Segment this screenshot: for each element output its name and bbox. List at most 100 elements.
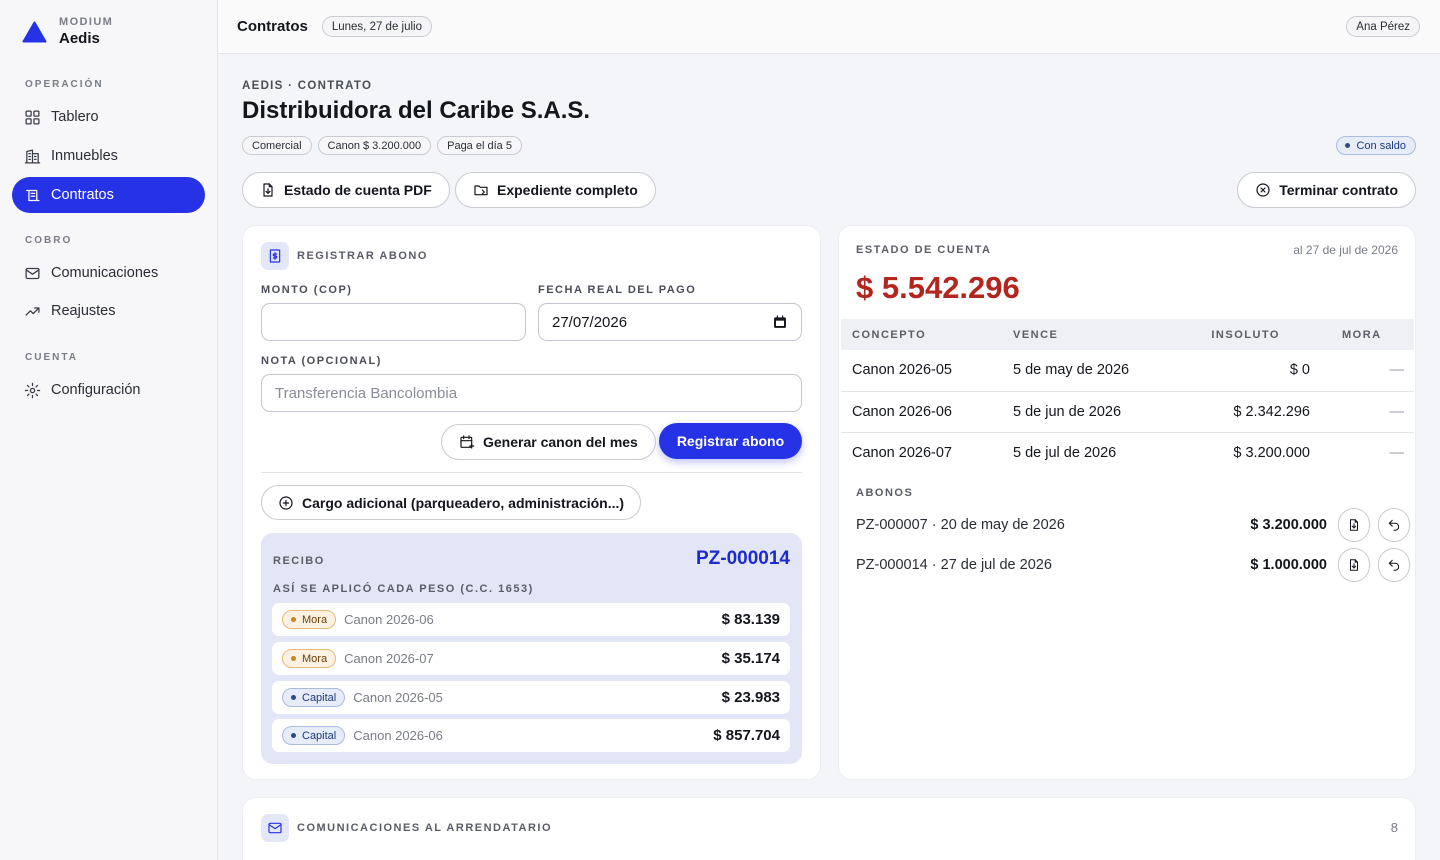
col-vence: VENCE	[1013, 319, 1153, 350]
comunicaciones-card: COMUNICACIONES AL ARRENDATARIO 8	[242, 797, 1416, 860]
contract-tags: Comercial Canon $ 3.200.000 Paga el día …	[242, 136, 522, 155]
nota-label: NOTA (OPCIONAL)	[261, 355, 382, 367]
receipt-row: Capital Canon 2026-06 $ 857.704	[272, 719, 790, 752]
receipt-number[interactable]: PZ-000014	[696, 548, 790, 570]
total-balance: $ 5.542.296	[856, 270, 1020, 305]
capital-dot	[291, 695, 296, 700]
mail-check-icon	[261, 814, 289, 842]
abono-download-button[interactable]	[1338, 508, 1370, 542]
nav-section-cobro: COBRO	[25, 235, 73, 246]
cell-concepto: Canon 2026-05	[841, 350, 1013, 392]
calendar-plus-icon	[459, 434, 475, 450]
receipt-concept: Canon 2026-06	[353, 728, 443, 743]
calendar-icon[interactable]	[772, 314, 788, 330]
fecha-label: FECHA REAL DEL PAGO	[538, 284, 697, 296]
building-icon	[24, 148, 41, 165]
receipt-row: Mora Canon 2026-07 $ 35.174	[272, 642, 790, 675]
sidebar-item-configuracion[interactable]: Configuración	[12, 372, 205, 408]
receipt-panel: RECIBO PZ-000014 ASÍ SE APLICÓ CADA PESO…	[261, 533, 802, 764]
brand-product: Aedis	[59, 30, 100, 47]
badge-label: Capital	[302, 729, 337, 742]
receipt-concept: Canon 2026-07	[344, 651, 434, 666]
nav-section-cuenta: CUENTA	[25, 352, 78, 363]
comunicaciones-title: COMUNICACIONES AL ARRENDATARIO	[297, 822, 553, 834]
breadcrumb: AEDIS · CONTRATO	[242, 80, 373, 92]
expediente-button[interactable]: Expediente completo	[455, 172, 656, 208]
sidebar-item-label: Comunicaciones	[51, 265, 159, 281]
sidebar-item-contratos[interactable]: Contratos	[12, 177, 205, 213]
sidebar-item-label: Tablero	[51, 109, 99, 125]
sidebar-item-comunicaciones[interactable]: Comunicaciones	[12, 255, 205, 291]
sidebar-item-tablero[interactable]: Tablero	[12, 99, 205, 135]
capital-dot	[291, 733, 296, 738]
table-row[interactable]: Canon 2026-05 5 de may de 2026 $ 0 —	[841, 350, 1414, 392]
pdf-button[interactable]: Estado de cuenta PDF	[242, 172, 450, 208]
generar-canon-button[interactable]: Generar canon del mes	[441, 424, 656, 460]
receipt-subtitle: ASÍ SE APLICÓ CADA PESO (C.C. 1653)	[273, 583, 534, 595]
abono-revert-button[interactable]	[1378, 508, 1410, 542]
table-row[interactable]: Canon 2026-07 5 de jul de 2026 $ 3.200.0…	[841, 432, 1414, 473]
undo-icon	[1387, 558, 1401, 572]
pdf-button-label: Estado de cuenta PDF	[284, 182, 432, 198]
cell-vence: 5 de jun de 2026	[1013, 391, 1153, 433]
page-title: Distribuidora del Caribe S.A.S.	[242, 97, 591, 124]
cargo-adicional-label: Cargo adicional (parqueadero, administra…	[302, 494, 625, 511]
receipt-icon	[261, 242, 289, 270]
comunicaciones-count: 8	[1390, 820, 1398, 835]
brand-logo-icon	[22, 21, 47, 42]
estado-date: al 27 de jul de 2026	[1293, 243, 1398, 257]
file-download-icon	[1347, 518, 1361, 532]
cell-insoluto: $ 2.342.296	[1153, 391, 1320, 433]
cargo-adicional-button[interactable]: Cargo adicional (parqueadero, administra…	[261, 485, 642, 520]
receipt-concept: Canon 2026-06	[344, 612, 434, 627]
brand-company: MODIUM	[59, 16, 114, 28]
receipt-row: Mora Canon 2026-06 $ 83.139	[272, 603, 790, 636]
cell-vence: 5 de may de 2026	[1013, 350, 1153, 392]
table-row[interactable]: Canon 2026-06 5 de jun de 2026 $ 2.342.2…	[841, 391, 1414, 433]
monto-input[interactable]	[261, 303, 526, 341]
fecha-input[interactable]: 27/07/2026	[538, 303, 802, 341]
status-dot	[1345, 143, 1351, 148]
tag-canon: Canon $ 3.200.000	[317, 136, 432, 155]
abono-download-button[interactable]	[1338, 548, 1370, 582]
sidebar-item-reajustes[interactable]: Reajustes	[12, 293, 205, 329]
mora-dot	[291, 656, 296, 661]
estado-card: ESTADO DE CUENTA al 27 de jul de 2026 $ …	[838, 225, 1416, 780]
user-pill[interactable]: Ana Pérez	[1346, 16, 1420, 37]
status-badge: Con saldo	[1336, 136, 1416, 155]
nota-input[interactable]: Transferencia Bancolombia	[261, 374, 802, 412]
abono-text: PZ-000014 · 27 de jul de 2026	[856, 557, 1052, 573]
col-insoluto: INSOLUTO	[1153, 319, 1320, 350]
abono-row: PZ-000014 · 27 de jul de 2026 $ 1.000.00…	[856, 547, 1410, 583]
receipt-row: Capital Canon 2026-05 $ 23.983	[272, 681, 790, 714]
gear-icon	[24, 382, 41, 399]
expediente-button-label: Expediente completo	[497, 182, 638, 198]
receipt-amount: $ 857.704	[713, 727, 780, 744]
sidebar-item-inmuebles[interactable]: Inmuebles	[12, 138, 205, 174]
col-concepto: CONCEPTO	[841, 319, 1013, 350]
abono-amount: $ 1.000.000	[1250, 557, 1327, 573]
monto-label: MONTO (COP)	[261, 284, 353, 296]
receipt-amount: $ 35.174	[721, 650, 780, 667]
estado-title: ESTADO DE CUENTA	[856, 244, 992, 256]
trend-up-icon	[24, 303, 41, 320]
abono-amount: $ 3.200.000	[1250, 517, 1327, 533]
mora-badge: Mora	[282, 649, 337, 668]
registrar-abono-button[interactable]: Registrar abono	[659, 423, 802, 459]
sidebar: MODIUM Aedis OPERACIÓN Tablero Inmuebles…	[0, 0, 218, 860]
topbar: Contratos Lunes, 27 de julio Ana Pérez	[218, 0, 1440, 54]
folder-icon	[473, 182, 489, 198]
abono-text: PZ-000007 · 20 de may de 2026	[856, 517, 1065, 533]
terminar-button[interactable]: Terminar contrato	[1237, 172, 1416, 208]
divider	[261, 472, 802, 473]
receipt-concept: Canon 2026-05	[353, 690, 443, 705]
dashboard-icon	[24, 109, 41, 126]
cell-mora: —	[1320, 391, 1414, 433]
abono-revert-button[interactable]	[1378, 548, 1410, 582]
cell-mora: —	[1389, 444, 1405, 461]
file-download-icon	[1347, 558, 1361, 572]
abono-card: REGISTRAR ABONO MONTO (COP) FECHA REAL D…	[242, 225, 821, 780]
date-pill: Lunes, 27 de julio	[321, 16, 432, 37]
undo-icon	[1387, 518, 1401, 532]
brand[interactable]: MODIUM Aedis	[22, 16, 113, 47]
